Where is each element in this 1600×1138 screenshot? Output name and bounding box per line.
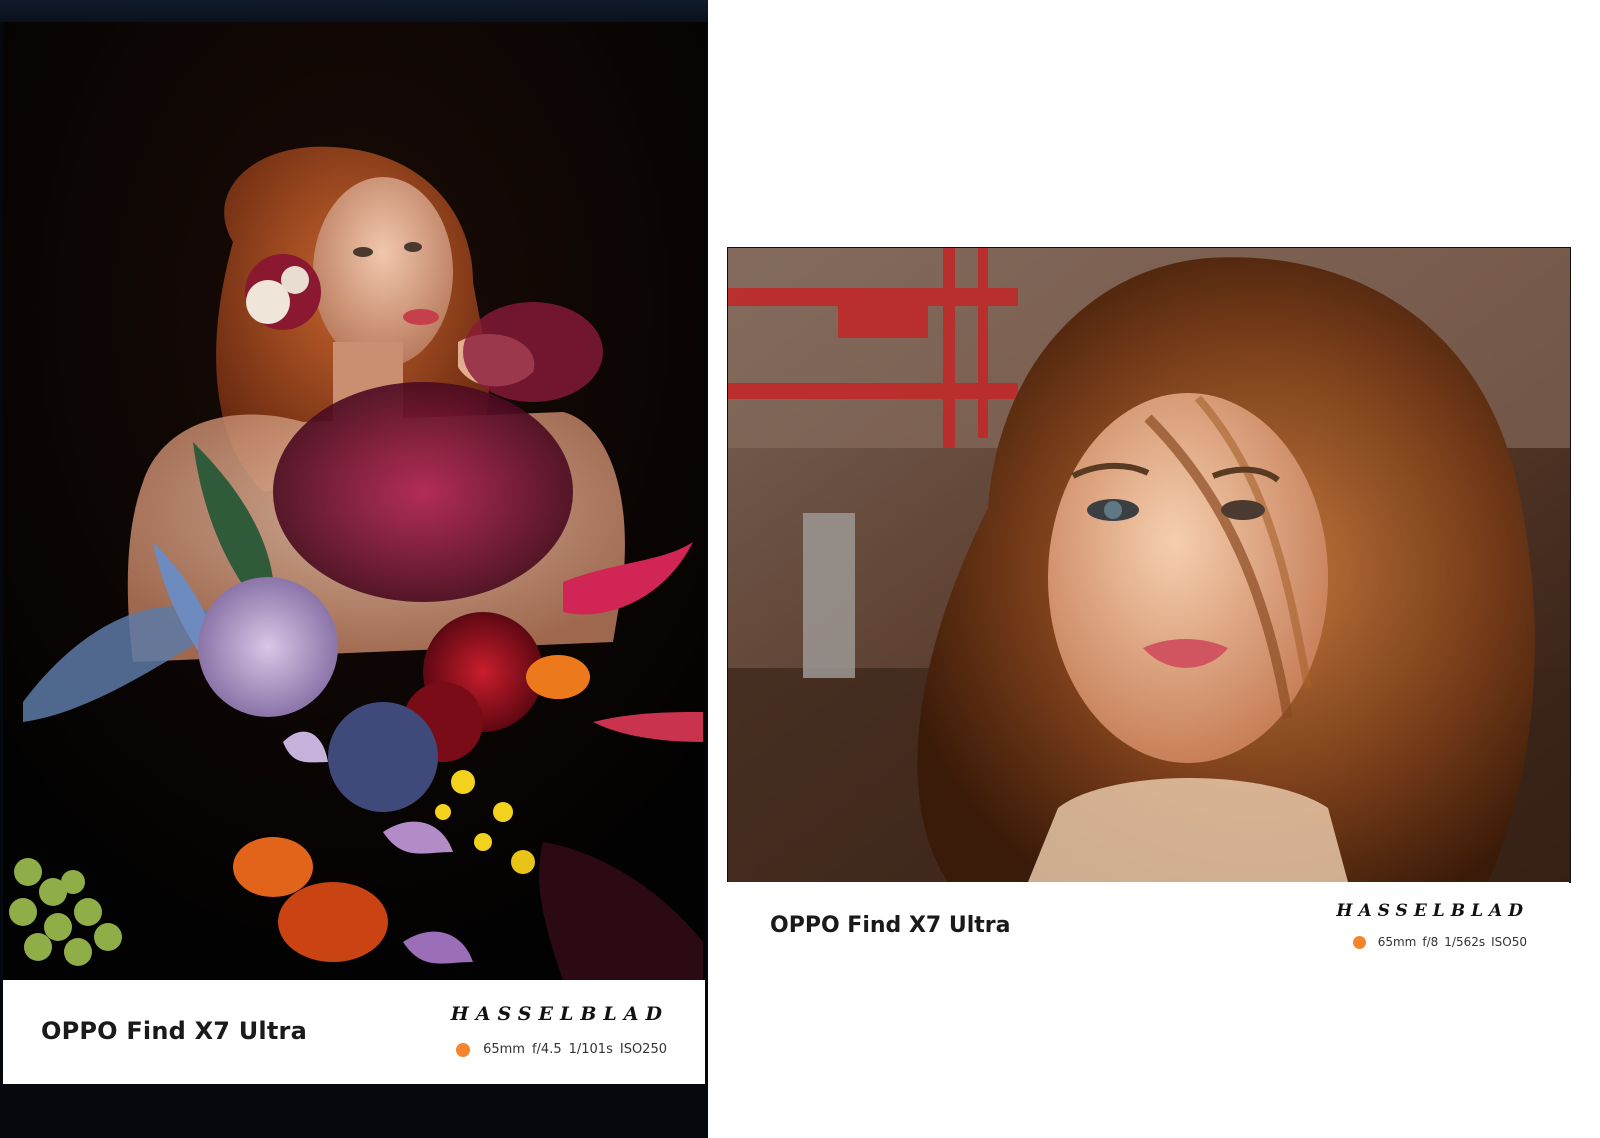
camera-model-label: OPPO Find X7 Ultra [41,1017,307,1045]
exif-shutter: 1/562s [1444,935,1486,949]
exif-aperture: f/4.5 [531,1042,562,1057]
exif-iso: ISO50 [1491,935,1527,949]
exif-focal-length: 65mm [483,1042,525,1057]
hasselblad-logo: HASSELBLAD [1336,901,1529,921]
left-caption-bar: OPPO Find X7 Ultra HASSELBLAD 65mm f/4.5… [3,980,705,1084]
right-caption-bar: OPPO Find X7 Ultra HASSELBLAD 65mm f/8 1… [727,882,1569,972]
hasselblad-logo: HASSELBLAD [450,1003,669,1025]
left-photo-flowers-portrait [3,22,705,980]
camera-model-label: OPPO Find X7 Ultra [770,913,1011,938]
exif-info: 65mm f/4.5 1/101s ISO250 [456,1042,667,1057]
exif-focal-length: 65mm [1377,935,1417,949]
top-dark-strip [0,0,708,22]
right-photo-portrait [727,247,1571,883]
orange-dot-icon [1352,935,1366,949]
exif-info: 65mm f/8 1/562s ISO50 [1352,935,1527,949]
exif-aperture: f/8 [1422,935,1439,949]
exif-iso: ISO250 [619,1042,667,1057]
left-photo-card: OPPO Find X7 Ultra HASSELBLAD 65mm f/4.5… [0,0,708,1138]
exif-shutter: 1/101s [568,1042,613,1057]
orange-dot-icon [456,1042,471,1057]
